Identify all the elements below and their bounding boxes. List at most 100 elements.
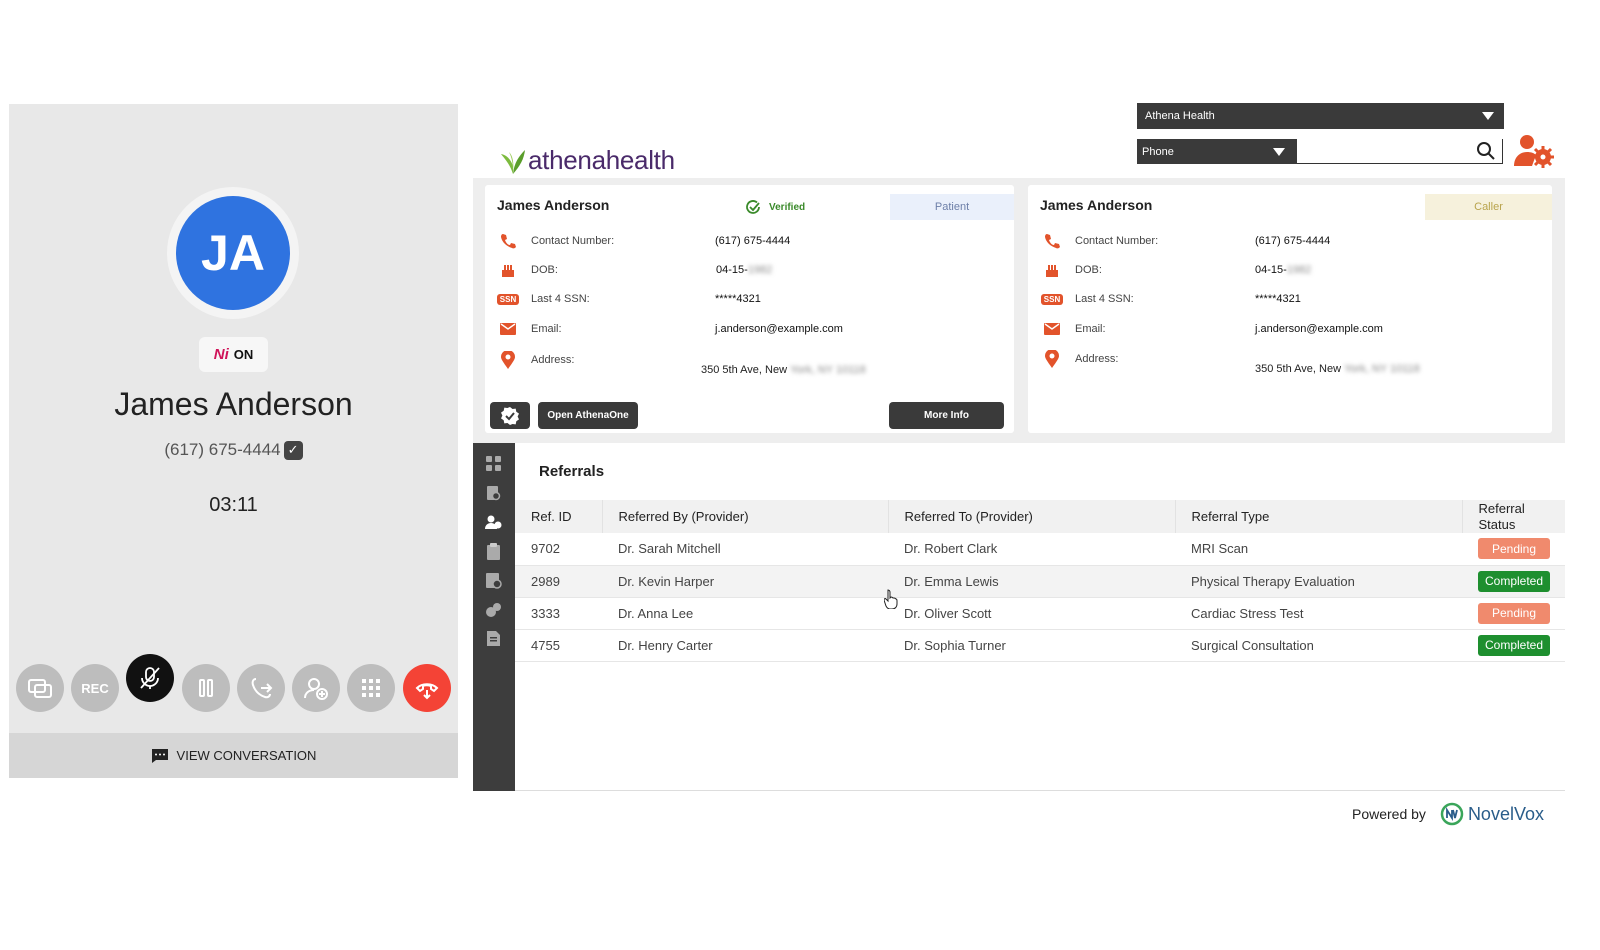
email-row: Email: j.anderson@example.com (1043, 318, 1383, 340)
contact-value: (617) 675-4444 (1255, 235, 1331, 247)
add-user-icon (304, 678, 328, 700)
ref-id-cell: 2989 (515, 565, 602, 598)
cake-icon (502, 265, 514, 277)
verified-label: Verified (769, 201, 806, 213)
side-nav (473, 443, 515, 791)
verified-check-icon: ✓ (283, 440, 303, 460)
dob-value: 04-15- (1255, 264, 1287, 276)
contact-row: Contact Number: (617) 675-4444 (499, 230, 790, 252)
dob-label: DOB: (1075, 264, 1102, 276)
view-conversation-label: VIEW CONVERSATION (176, 748, 317, 763)
table-row[interactable]: 4755 Dr. Henry Carter Dr. Sophia Turner … (515, 629, 1565, 662)
address-label: Address: (1075, 353, 1119, 365)
patient-name: James Anderson (497, 197, 610, 213)
logo-text: athenahealth (528, 145, 675, 175)
add-participant-button[interactable] (292, 664, 340, 712)
dob-label: DOB: (531, 264, 558, 276)
dob-row: DOB: 04-15-1982 (499, 259, 772, 281)
referred-by-cell: Dr. Kevin Harper (602, 565, 888, 598)
ai-toggle[interactable]: Ni ON (199, 337, 268, 372)
ssn-icon: SSN (496, 293, 520, 305)
verified-check-icon (746, 200, 760, 214)
referred-to-cell: Dr. Robert Clark (888, 533, 1175, 566)
dashboard-icon[interactable] (485, 455, 502, 472)
table-row[interactable]: 9702 Dr. Sarah Mitchell Dr. Robert Clark… (515, 533, 1565, 566)
transfer-button[interactable] (237, 664, 285, 712)
status-badge: Completed (1478, 570, 1550, 592)
referrals-table: Ref. ID Referred By (Provider) Referred … (515, 500, 1565, 662)
athenahealth-logo: athenahealth (500, 140, 675, 176)
document-icon[interactable] (485, 630, 502, 647)
dob-redacted: 1982 (1286, 264, 1312, 276)
search-input[interactable] (1297, 139, 1503, 164)
caller-phone-row: (617) 675-4444 ✓ (9, 440, 458, 460)
address-row: Address: (499, 349, 574, 371)
table-row[interactable]: 3333 Dr. Anna Lee Dr. Oliver Scott Cardi… (515, 597, 1565, 630)
avatar-ring: JA (167, 187, 299, 319)
mute-mic-icon (140, 667, 160, 689)
referral-type-cell: Cardiac Stress Test (1175, 597, 1462, 630)
caller-card: James Anderson Caller Contact Number: (6… (1028, 185, 1552, 433)
column-header-ref-id[interactable]: Ref. ID (515, 500, 603, 533)
caller-tag: Caller (1425, 194, 1552, 220)
status-badge: Completed (1478, 634, 1550, 656)
ref-id-cell: 9702 (515, 533, 602, 566)
clipboard-icon[interactable] (485, 543, 502, 560)
more-info-button[interactable]: More Info (889, 402, 1004, 429)
column-header-referral-status[interactable]: Referral Status (1462, 500, 1565, 533)
ssn-value: *****4321 (1255, 293, 1301, 305)
hold-button[interactable] (182, 664, 230, 712)
column-header-referral-type[interactable]: Referral Type (1175, 500, 1463, 533)
hangup-icon (415, 683, 439, 700)
open-athenaone-button[interactable]: Open AthenaOne (538, 402, 638, 429)
caller-name: James Anderson (114, 386, 353, 422)
address-redacted: York, NY 10118 (790, 364, 866, 376)
referral-type-cell: Surgical Consultation (1175, 629, 1462, 662)
dob-value: 04-15- (716, 264, 748, 276)
referral-type-cell: MRI Scan (1175, 533, 1462, 566)
mute-button[interactable] (126, 654, 174, 702)
referred-to-cell: Dr. Emma Lewis (888, 565, 1175, 598)
referrals-title: Referrals (539, 463, 605, 480)
search-type-select[interactable]: Phone (1137, 139, 1297, 164)
referred-to-cell: Dr. Sophia Turner (888, 629, 1175, 662)
record-search-icon[interactable] (485, 485, 502, 502)
table-header-row: Ref. ID Referred By (Provider) Referred … (515, 500, 1565, 533)
badge-check-icon (501, 406, 519, 425)
contact-row: Contact Number: (617) 675-4444 (1043, 230, 1330, 252)
call-controls: REC (16, 654, 456, 720)
dropdown-arrow-icon (1482, 112, 1494, 120)
ssn-icon: SSN (1040, 293, 1064, 305)
powered-by-label: Powered by (1352, 806, 1426, 822)
crm-select-value: Athena Health (1145, 110, 1215, 122)
email-icon (1044, 323, 1060, 335)
novelvox-logo-icon (1440, 802, 1464, 826)
hangup-button[interactable] (403, 664, 451, 712)
dialpad-button[interactable] (347, 664, 395, 712)
column-header-referred-to[interactable]: Referred To (Provider) (888, 500, 1176, 533)
verify-badge-button[interactable] (490, 402, 530, 429)
referrals-icon[interactable] (485, 514, 502, 531)
referred-by-cell: Dr. Henry Carter (602, 629, 888, 662)
patient-card: James Anderson Verified Patient Contact … (485, 185, 1014, 433)
view-conversation-button[interactable]: VIEW CONVERSATION (9, 733, 458, 778)
search-type-value: Phone (1142, 145, 1174, 158)
address-value-row: 350 5th Ave, New York, NY 10118 (701, 359, 866, 381)
record-button[interactable]: REC (71, 664, 119, 712)
user-settings-icon[interactable] (1513, 133, 1555, 169)
status-badge: Pending (1478, 602, 1550, 624)
column-header-referred-by[interactable]: Referred By (Provider) (602, 500, 889, 533)
crm-select[interactable]: Athena Health (1137, 103, 1504, 129)
email-value: j.anderson@example.com (1255, 323, 1383, 335)
search-icon[interactable] (1476, 141, 1496, 161)
table-row[interactable]: 2989 Dr. Kevin Harper Dr. Emma Lewis Phy… (515, 565, 1565, 598)
address-redacted: York, NY 10118 (1344, 363, 1420, 375)
novelvox-logo: NovelVox (1440, 802, 1544, 826)
caller-card-name: James Anderson (1040, 197, 1153, 213)
medications-icon[interactable] (485, 601, 502, 618)
lab-report-icon[interactable] (485, 572, 502, 589)
switch-screen-button[interactable] (16, 664, 64, 712)
referred-to-cell: Dr. Oliver Scott (888, 597, 1175, 630)
contact-value: (617) 675-4444 (715, 235, 791, 247)
ref-id-cell: 3333 (515, 597, 602, 630)
